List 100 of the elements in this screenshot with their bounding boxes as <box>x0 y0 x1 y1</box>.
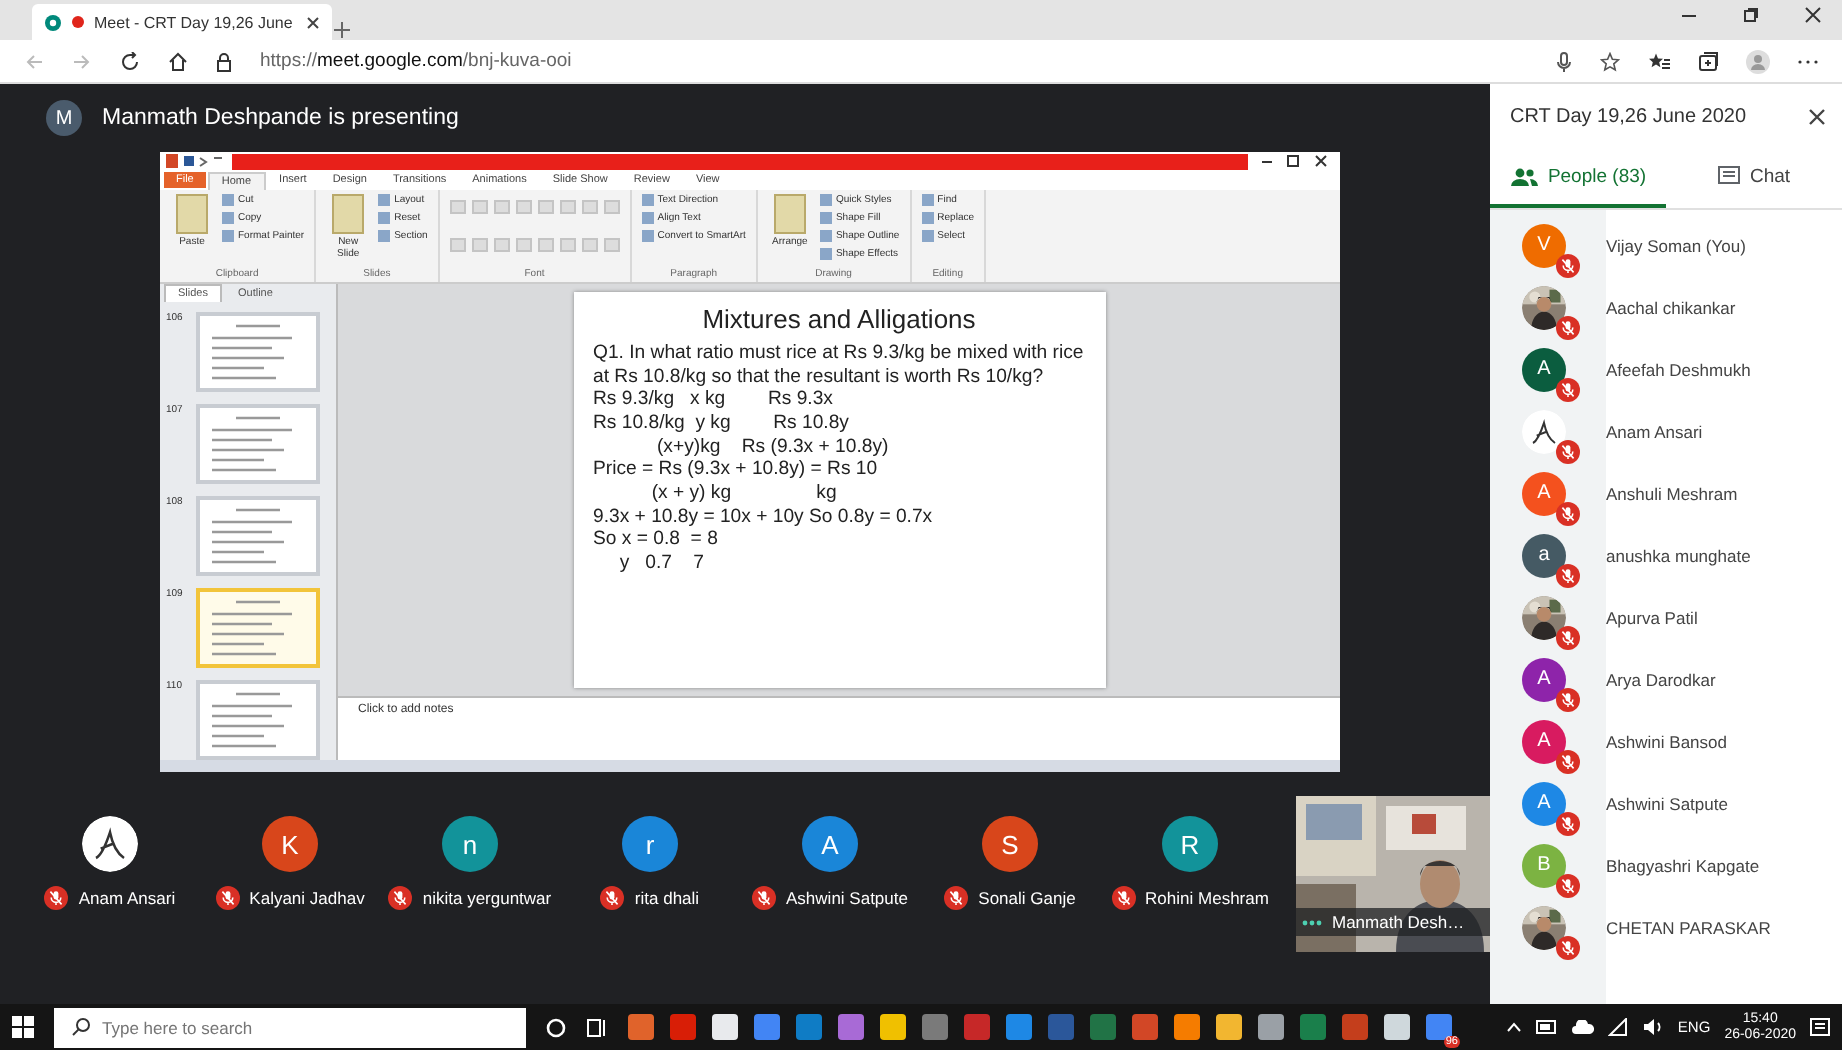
app-tile-icon[interactable] <box>1342 1014 1368 1040</box>
cortana-icon[interactable] <box>546 1017 566 1037</box>
home-icon[interactable] <box>168 51 188 71</box>
participant-name[interactable]: Arya Darodkar <box>1606 669 1716 689</box>
avatar: S <box>982 816 1038 872</box>
participant-name[interactable]: CHETAN PARASKAR <box>1606 917 1771 937</box>
app-tile-icon[interactable] <box>1216 1014 1242 1040</box>
slide-text: Q1. In what ratio must rice at Rs 9.3/kg be mixed with rice at Rs 10.8/kg so that the resultant is worth Rs 10/kg? <box>593 341 1085 389</box>
slide-text: 9.3x + 10.8y = 10x + 10y So 0.8y = 0.7x <box>593 505 935 529</box>
avatar: M <box>46 100 82 136</box>
chat-icon <box>1717 166 1740 186</box>
app-tile-icon[interactable] <box>1258 1014 1284 1040</box>
participant-name[interactable]: Bhagyashri Kapgate <box>1606 855 1760 875</box>
close-icon[interactable] <box>306 15 320 29</box>
address-field[interactable]: https://meet.google.com/bnj-kuva-ooi <box>260 50 572 72</box>
slide-title: Mixtures and Alligations <box>700 304 978 336</box>
forward-icon[interactable] <box>72 51 92 71</box>
participant-name[interactable]: Anam Ansari <box>1606 421 1703 441</box>
app-tile-icon[interactable] <box>1132 1014 1158 1040</box>
taskbar-search-field[interactable]: Type here to search <box>54 1007 526 1047</box>
wifi-icon[interactable] <box>1607 1018 1628 1036</box>
participant-name[interactable]: Aachal chikankar <box>1606 297 1736 317</box>
meet-logo-icon <box>44 13 62 31</box>
avatar: R <box>1162 816 1218 872</box>
app-tile-icon[interactable] <box>796 1014 822 1040</box>
close-icon[interactable] <box>1808 107 1826 125</box>
app-tile-icon[interactable] <box>1300 1014 1326 1040</box>
participant-name: rita dhali <box>634 888 700 908</box>
participant-name: Anam Ansari <box>78 888 176 908</box>
participant-name[interactable]: Apurva Patil <box>1606 607 1698 627</box>
participant-name[interactable]: Ashwini Satpute <box>1606 793 1728 813</box>
participant-name[interactable]: Vijay Soman (You) <box>1606 235 1746 255</box>
search-icon <box>72 1017 90 1035</box>
slide-text: (x + y) kg kg <box>649 482 839 506</box>
back-icon[interactable] <box>24 51 44 71</box>
slide-thumbnail[interactable] <box>196 680 320 760</box>
app-tile-icon[interactable] <box>922 1014 948 1040</box>
battery-icon[interactable] <box>1535 1020 1558 1034</box>
panel-tab[interactable]: Chat <box>1666 148 1842 208</box>
avatar: n <box>442 816 498 872</box>
browser-tab[interactable]: Meet - CRT Day 19,26 June <box>32 4 332 40</box>
slide-text: Rs 10.8/kg y kg Rs 10.8y <box>593 411 851 436</box>
app-tile-icon[interactable] <box>880 1014 906 1040</box>
restore-icon[interactable] <box>1742 6 1760 24</box>
speaker-icon[interactable] <box>1641 1018 1664 1036</box>
app-tile-icon[interactable] <box>754 1014 780 1040</box>
scribble-avatar-icon <box>1522 409 1566 453</box>
slide-thumbnail[interactable] <box>196 496 320 576</box>
participant-name: Rohini Meshram <box>1145 888 1269 908</box>
avatar: A <box>1522 347 1566 391</box>
task-view-icon[interactable] <box>586 1017 608 1037</box>
slide-text: Price = Rs (9.3x + 10.8y) = Rs 10 <box>593 458 880 483</box>
participant-name: Kalyani Jadhav <box>249 888 365 908</box>
avatar: a <box>1522 533 1566 577</box>
panel-title: CRT Day 19,26 June 2020 <box>1510 105 1747 127</box>
quick-access-toolbar-icon <box>166 154 226 168</box>
slide-text: y 0.7 7 <box>617 552 706 576</box>
app-tile-icon[interactable] <box>1174 1014 1200 1040</box>
participant-name[interactable]: Anshuli Meshram <box>1606 483 1738 503</box>
star-icon[interactable] <box>1600 51 1620 71</box>
app-tile-icon[interactable] <box>670 1014 696 1040</box>
windows-start-icon[interactable] <box>12 1016 34 1038</box>
avatar: A <box>802 816 858 872</box>
notifications-icon[interactable] <box>1810 1017 1830 1037</box>
participant-name[interactable]: Afeefah Deshmukh <box>1606 359 1751 379</box>
app-tile-icon[interactable] <box>964 1014 990 1040</box>
slide-text: Rs 9.3/kg x kg Rs 9.3x <box>593 388 835 412</box>
profile-icon[interactable] <box>1746 49 1770 73</box>
people-icon <box>1509 167 1538 185</box>
more-dots-icon <box>1302 919 1322 925</box>
scribble-avatar-icon <box>82 816 138 872</box>
lock-icon <box>216 51 232 71</box>
avatar: A <box>1522 657 1566 701</box>
tab-title: Meet - CRT Day 19,26 June <box>94 13 295 31</box>
favorites-icon[interactable] <box>1648 51 1670 71</box>
participant-name[interactable]: anushka munghate <box>1606 545 1751 565</box>
app-tile-icon[interactable] <box>628 1014 654 1040</box>
app-tile-icon[interactable] <box>1048 1014 1074 1040</box>
cloud-icon[interactable] <box>1571 1020 1594 1034</box>
slide-thumbnail[interactable] <box>196 404 320 484</box>
more-icon[interactable] <box>1798 57 1818 65</box>
collections-icon[interactable] <box>1698 51 1718 71</box>
microphone-icon[interactable] <box>1556 51 1572 71</box>
app-tile-icon[interactable] <box>1006 1014 1032 1040</box>
participant-name[interactable]: Ashwini Bansod <box>1606 731 1727 751</box>
app-tile-icon[interactable] <box>1090 1014 1116 1040</box>
app-tile-icon[interactable] <box>1384 1014 1410 1040</box>
slide-thumbnail[interactable] <box>196 312 320 392</box>
avatar: K <box>262 816 318 872</box>
avatar: A <box>1522 781 1566 825</box>
participant-name: Ashwini Satpute <box>786 888 908 908</box>
new-tab-icon[interactable] <box>332 20 352 40</box>
close-icon[interactable] <box>1804 6 1822 24</box>
app-tile-icon[interactable] <box>838 1014 864 1040</box>
slide-thumbnail[interactable] <box>196 588 320 668</box>
app-tile-icon[interactable] <box>712 1014 738 1040</box>
presenting-text: Manmath Deshpande is presenting <box>102 106 459 130</box>
caret-icon[interactable] <box>1505 1022 1522 1032</box>
refresh-icon[interactable] <box>120 51 140 71</box>
participant-name: Sonali Ganje <box>978 888 1076 908</box>
